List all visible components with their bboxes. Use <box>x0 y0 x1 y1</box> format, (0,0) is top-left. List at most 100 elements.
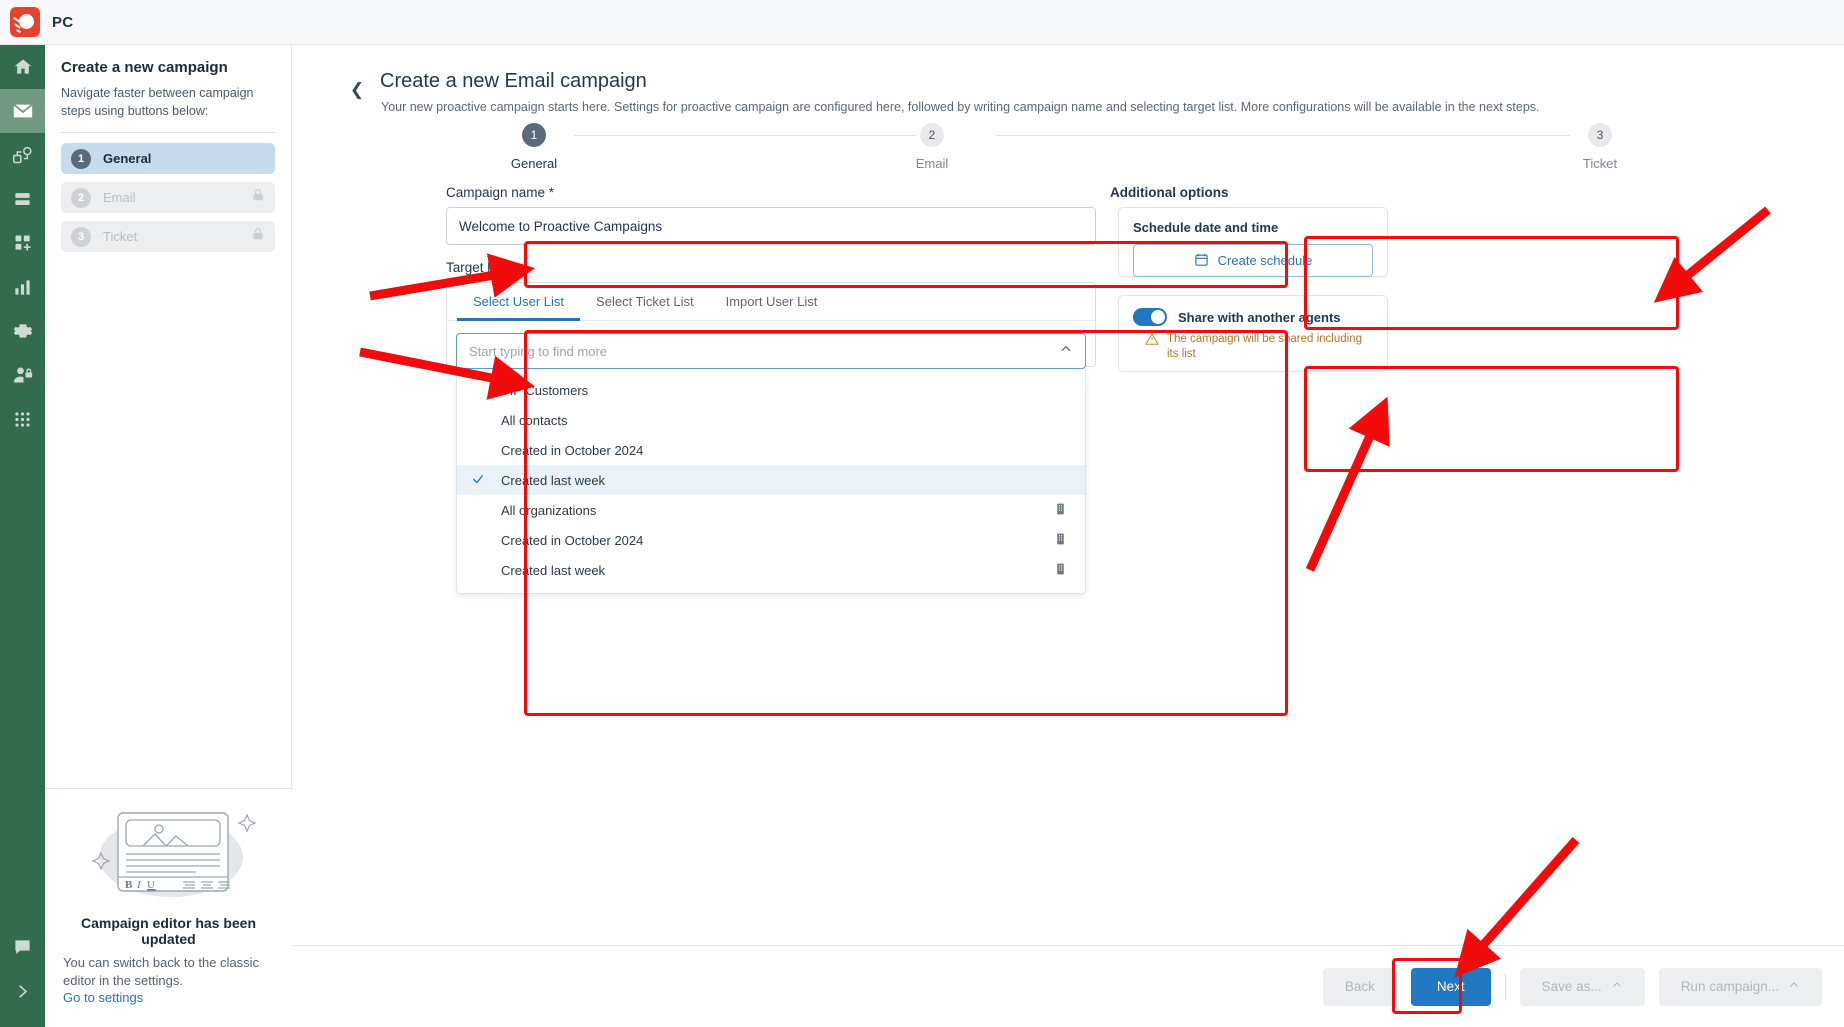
divider <box>61 132 275 134</box>
svg-text:B: B <box>125 879 133 891</box>
top-bar: PC <box>0 0 1844 45</box>
target-list-dropdown: VIP Customers All contacts Created in Oc… <box>456 369 1086 594</box>
option-label: All contacts <box>501 412 568 428</box>
grid-dots-icon <box>13 410 32 429</box>
product-code-label: PC <box>52 13 74 31</box>
target-list-label: Target list * <box>446 260 513 275</box>
chevron-up-icon <box>1611 979 1623 994</box>
promo-body: You can switch back to the classic edito… <box>63 954 260 988</box>
save-as-label: Save as... <box>1541 979 1602 994</box>
run-campaign-label: Run campaign... <box>1680 979 1779 994</box>
create-schedule-label: Create schedule <box>1217 253 1313 268</box>
sidebar-step-ticket[interactable]: 3 Ticket <box>61 221 275 253</box>
stepper-step-ticket[interactable]: 3 Ticket <box>1560 123 1640 171</box>
wizard-stepper: 1 General 2 Email 3 Ticket <box>380 123 1710 178</box>
main-content: ❮ Create a new Email campaign Your new p… <box>292 45 1844 1027</box>
create-schedule-button[interactable]: Create schedule <box>1133 244 1373 277</box>
lock-icon <box>251 227 265 246</box>
target-list-search-input[interactable]: Start typing to find more <box>456 333 1086 369</box>
rail-item-data[interactable] <box>0 177 45 221</box>
gear-icon <box>13 321 33 341</box>
chevron-left-icon[interactable]: ❮ <box>347 80 367 100</box>
save-as-button[interactable]: Save as... <box>1519 967 1645 1006</box>
list-item[interactable]: Created in October 2024 <box>457 525 1085 555</box>
tab-select-ticket-list[interactable]: Select Ticket List <box>580 283 710 321</box>
list-item[interactable]: Created last week <box>457 555 1085 585</box>
run-campaign-button[interactable]: Run campaign... <box>1658 967 1822 1006</box>
step-number-badge: 2 <box>71 187 91 208</box>
additional-options-label: Additional options <box>1110 185 1229 200</box>
stepper-step-email[interactable]: 2 Email <box>892 123 972 171</box>
option-label: Created in October 2024 <box>501 442 644 458</box>
option-label: VIP Customers <box>501 382 589 398</box>
rail-item-all-apps[interactable] <box>0 397 45 441</box>
chevron-up-icon[interactable] <box>1059 342 1073 361</box>
page-subtitle: Your new proactive campaign starts here.… <box>381 100 1540 114</box>
step-number: 3 <box>1588 123 1612 147</box>
step-number: 2 <box>920 123 944 147</box>
next-button[interactable]: Next <box>1410 967 1491 1006</box>
rail-item-home[interactable] <box>0 45 45 89</box>
editor-update-promo: B I U Campaign editor has been updated Y… <box>45 787 292 1027</box>
campaign-steps-panel: Create a new campaign Navigate faster be… <box>45 45 292 1027</box>
building-icon <box>1054 532 1067 549</box>
back-button[interactable]: Back <box>1322 967 1397 1006</box>
target-list-tabs: Select User List Select Ticket List Impo… <box>447 283 1095 321</box>
step-number: 1 <box>522 123 546 147</box>
list-item-selected[interactable]: Created last week <box>457 465 1085 495</box>
step-number-badge: 3 <box>71 226 91 247</box>
stepper-connector <box>996 135 1570 136</box>
campaign-name-input[interactable]: Welcome to Proactive Campaigns <box>446 207 1096 245</box>
stepper-step-general[interactable]: 1 General <box>494 123 574 171</box>
app-rail <box>0 45 45 1027</box>
bar-chart-icon <box>13 278 32 297</box>
sidebar-step-email[interactable]: 2 Email <box>61 182 275 214</box>
promo-heading: Campaign editor has been updated <box>80 914 257 947</box>
share-toggle-row: Share with another agents <box>1133 308 1373 326</box>
chevron-up-icon <box>1788 979 1800 994</box>
step-number-badge: 1 <box>71 148 91 169</box>
lock-icon <box>251 188 265 207</box>
sidebar-step-general[interactable]: 1 General <box>61 143 275 175</box>
option-label: Created last week <box>501 562 606 578</box>
add-widget-icon <box>13 233 33 253</box>
tab-select-user-list[interactable]: Select User List <box>457 283 580 321</box>
rail-item-campaigns[interactable] <box>0 89 45 133</box>
tab-import-user-list[interactable]: Import User List <box>710 283 834 321</box>
list-item[interactable]: VIP Customers <box>457 375 1085 405</box>
schedule-card: Schedule date and time Create schedule <box>1118 207 1388 277</box>
option-label: Created in October 2024 <box>501 532 644 548</box>
share-toggle-label: Share with another agents <box>1178 309 1341 325</box>
rail-item-permissions[interactable] <box>0 353 45 397</box>
share-toggle[interactable] <box>1133 308 1167 326</box>
step-label: General <box>510 156 558 171</box>
step-label: Ticket <box>103 229 138 245</box>
promo-illustration: B I U <box>63 805 274 905</box>
step-label: Ticket <box>1582 156 1618 171</box>
list-item[interactable]: Created in October 2024 <box>457 435 1085 465</box>
chat-bubble-icon <box>13 938 32 957</box>
stepper-connector <box>574 135 916 136</box>
svg-text:U: U <box>147 879 155 891</box>
go-to-settings-link[interactable]: Go to settings <box>63 990 274 1005</box>
rail-item-reports[interactable] <box>0 265 45 309</box>
envelope-icon <box>12 100 34 122</box>
building-icon <box>1054 562 1067 579</box>
user-lock-icon <box>13 365 33 385</box>
wizard-footer: Back Next Save as... Run campaign... <box>292 945 1844 1027</box>
list-item[interactable]: All organizations <box>457 495 1085 525</box>
rail-item-apps-add[interactable] <box>0 221 45 265</box>
step-label: Email <box>103 190 136 206</box>
share-warning: The campaign will be shared including it… <box>1133 332 1373 362</box>
page-title: Create a new Email campaign <box>380 70 647 92</box>
rail-item-automation[interactable] <box>0 133 45 177</box>
rail-expand-button[interactable] <box>0 969 45 1013</box>
step-label: General <box>103 151 152 167</box>
list-item[interactable]: All contacts <box>457 405 1085 435</box>
rail-item-settings[interactable] <box>0 309 45 353</box>
rail-item-chat[interactable] <box>0 925 45 969</box>
left-panel-subtitle: Navigate faster between campaign steps u… <box>61 86 254 119</box>
chevron-right-icon <box>14 983 31 1000</box>
building-icon <box>1054 502 1067 519</box>
calendar-icon <box>1194 252 1209 270</box>
